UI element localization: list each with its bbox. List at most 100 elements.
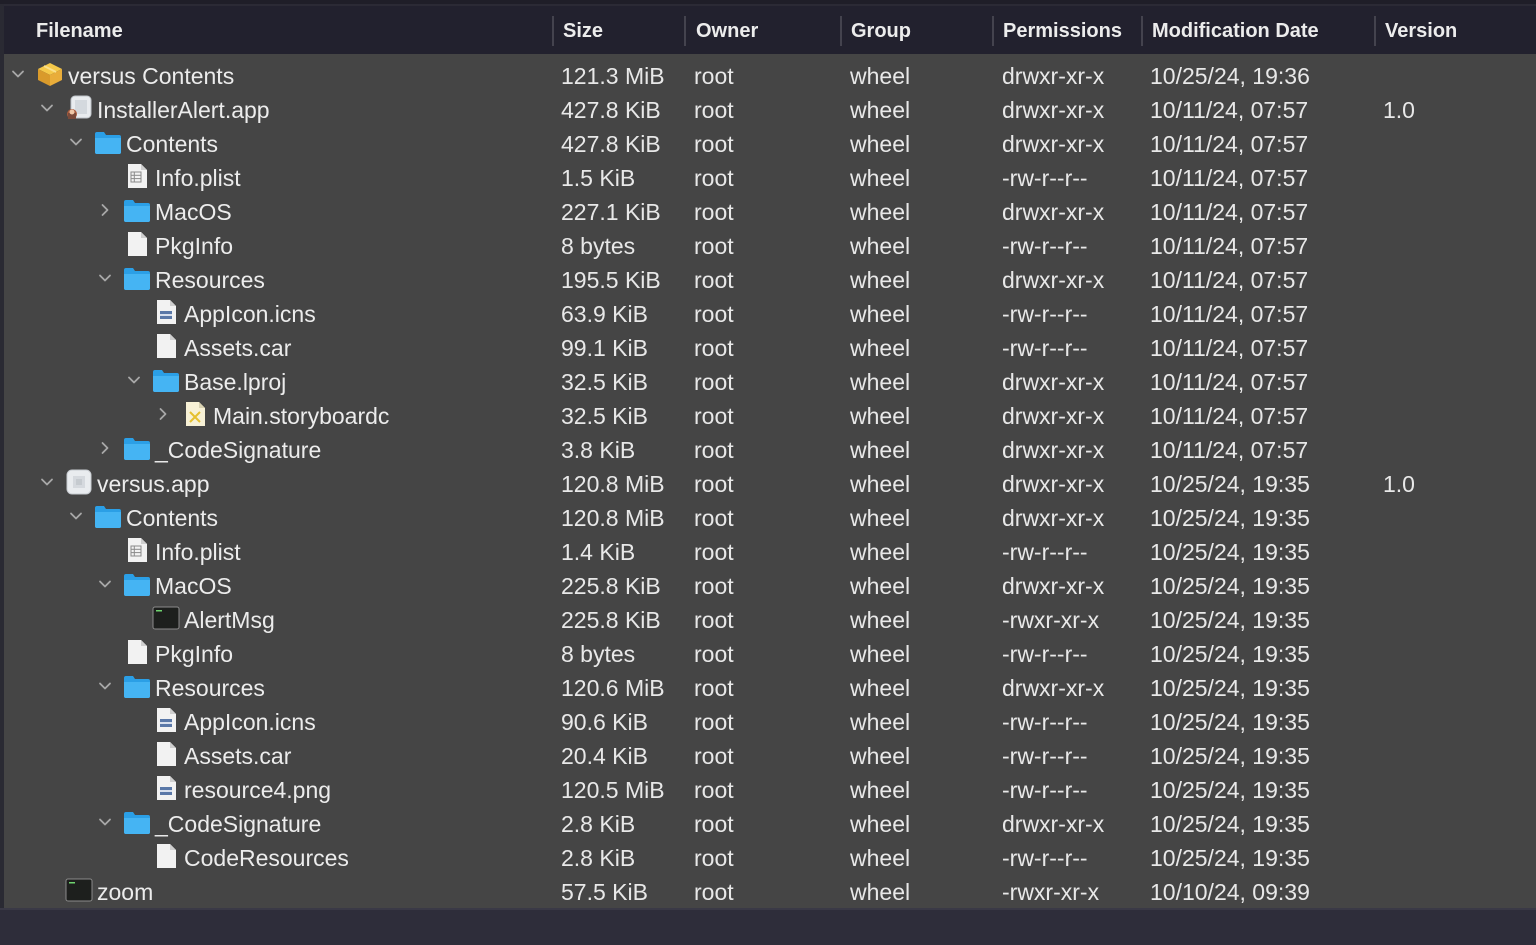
file-row[interactable]: versus Contents 121.3 MiB root wheel drwxr-x… bbox=[4, 57, 1536, 91]
chevron-down-icon[interactable] bbox=[66, 499, 86, 533]
file-permissions: drwxr-xr-x bbox=[1002, 573, 1105, 599]
file-row[interactable]: Assets.car 99.1 KiB root wheel -rw-r--r-- 10/… bbox=[4, 329, 1536, 363]
filename: Info.plist bbox=[155, 539, 241, 565]
file-group: wheel bbox=[850, 505, 911, 531]
file-row[interactable]: _CodeSignature 2.8 KiB root wheel drwxr-xr-x… bbox=[4, 805, 1536, 839]
file-size: 32.5 KiB bbox=[561, 403, 648, 429]
file-size: 2.8 KiB bbox=[561, 845, 636, 871]
filename: Contents bbox=[126, 131, 219, 157]
file-row[interactable]: versus.app 120.8 MiB root wheel drwxr-xr-x 10… bbox=[4, 465, 1536, 499]
file-size: 99.1 KiB bbox=[561, 335, 648, 361]
file-size: 2.8 KiB bbox=[561, 811, 636, 837]
file-permissions: -rw-r--r-- bbox=[1002, 335, 1088, 361]
file-row[interactable]: Info.plist 1.4 KiB root wheel -rw-r--r-- 10/2… bbox=[4, 533, 1536, 567]
file-size: 120.6 MiB bbox=[561, 675, 665, 701]
file-row[interactable]: PkgInfo 8 bytes root wheel -rw-r--r-- 10/25/2… bbox=[4, 635, 1536, 669]
file-size: 90.6 KiB bbox=[561, 709, 648, 735]
modification-date: 10/11/24, 07:57 bbox=[1150, 199, 1309, 225]
column-header-size[interactable]: Size bbox=[553, 6, 683, 54]
filename: PkgInfo bbox=[155, 641, 233, 667]
chevron-down-icon[interactable] bbox=[37, 465, 57, 499]
file-row[interactable]: MacOS 227.1 KiB root wheel drwxr-xr-x 10/11/2… bbox=[4, 193, 1536, 227]
file-row[interactable]: PkgInfo 8 bytes root wheel -rw-r--r-- 10/11/2… bbox=[4, 227, 1536, 261]
modification-date: 10/25/24, 19:35 bbox=[1150, 743, 1310, 769]
status-bar bbox=[0, 908, 1536, 945]
modification-date: 10/11/24, 07:57 bbox=[1150, 437, 1309, 463]
file-owner: root bbox=[694, 335, 734, 361]
file-group: wheel bbox=[850, 131, 911, 157]
file-owner: root bbox=[694, 233, 734, 259]
file-row[interactable]: Info.plist 1.5 KiB root wheel -rw-r--r-- 10/1… bbox=[4, 159, 1536, 193]
file-owner: root bbox=[694, 301, 734, 327]
file-permissions: drwxr-xr-x bbox=[1002, 811, 1105, 837]
column-header-filename[interactable]: Filename bbox=[26, 6, 554, 54]
file-size: 1.4 KiB bbox=[561, 539, 636, 565]
chevron-down-icon[interactable] bbox=[95, 261, 115, 295]
modification-date: 10/11/24, 07:57 bbox=[1150, 165, 1309, 191]
file-row[interactable]: Contents 120.8 MiB root wheel drwxr-xr-x 10/2… bbox=[4, 499, 1536, 533]
file-row[interactable]: Contents 427.8 KiB root wheel drwxr-xr-x 10/1… bbox=[4, 125, 1536, 159]
file-size: 427.8 KiB bbox=[561, 131, 661, 157]
file-row[interactable]: zoom 57.5 KiB root wheel -rwxr-xr-x 10/10/24,… bbox=[4, 873, 1536, 907]
chevron-down-icon[interactable] bbox=[124, 363, 144, 397]
file-owner: root bbox=[694, 505, 734, 531]
column-header-modification-date[interactable]: Modification Date bbox=[1142, 6, 1372, 54]
modification-date: 10/25/24, 19:35 bbox=[1150, 471, 1310, 497]
column-header-permissions[interactable]: Permissions bbox=[993, 6, 1141, 54]
column-header-group[interactable]: Group bbox=[841, 6, 991, 54]
file-row[interactable]: Main.storyboardc 32.5 KiB root wheel drwxr-x… bbox=[4, 397, 1536, 431]
file-group: wheel bbox=[850, 233, 911, 259]
filename: Base.lproj bbox=[184, 369, 287, 395]
column-header-owner[interactable]: Owner bbox=[686, 6, 838, 54]
file-group: wheel bbox=[850, 539, 911, 565]
file-row[interactable]: AppIcon.icns 90.6 KiB root wheel -rw-r--r-- 1… bbox=[4, 703, 1536, 737]
storyboard-file-icon bbox=[181, 401, 209, 427]
modification-date: 10/25/24, 19:35 bbox=[1150, 641, 1310, 667]
file-group: wheel bbox=[850, 165, 911, 191]
window-top-border bbox=[0, 0, 1536, 4]
folder-icon bbox=[123, 673, 151, 699]
file-permissions: drwxr-xr-x bbox=[1002, 267, 1105, 293]
chevron-down-icon[interactable] bbox=[37, 91, 57, 125]
file-group: wheel bbox=[850, 879, 911, 905]
file-row[interactable]: Assets.car 20.4 KiB root wheel -rw-r--r-- 10/… bbox=[4, 737, 1536, 771]
file-version: 1.0 bbox=[1383, 97, 1415, 123]
file-group: wheel bbox=[850, 335, 911, 361]
file-permissions: drwxr-xr-x bbox=[1002, 437, 1105, 463]
file-owner: root bbox=[694, 641, 734, 667]
file-group: wheel bbox=[850, 709, 911, 735]
chevron-down-icon[interactable] bbox=[8, 57, 28, 91]
file-row[interactable]: MacOS 225.8 KiB root wheel drwxr-xr-x 10/25/2… bbox=[4, 567, 1536, 601]
column-header-version[interactable]: Version bbox=[1375, 6, 1535, 54]
chevron-down-icon[interactable] bbox=[95, 567, 115, 601]
file-owner: root bbox=[694, 437, 734, 463]
file-row[interactable]: Resources 120.6 MiB root wheel drwxr-xr-x 10/… bbox=[4, 669, 1536, 703]
file-size: 8 bytes bbox=[561, 233, 636, 259]
file-row[interactable]: Base.lproj 32.5 KiB root wheel drwxr-xr-x 10/… bbox=[4, 363, 1536, 397]
document-icon bbox=[123, 639, 151, 665]
chevron-down-icon[interactable] bbox=[95, 805, 115, 839]
chevron-down-icon[interactable] bbox=[66, 125, 86, 159]
file-permissions: -rw-r--r-- bbox=[1002, 709, 1088, 735]
file-version: 1.0 bbox=[1383, 471, 1415, 497]
filename: _CodeSignature bbox=[155, 811, 322, 837]
file-row[interactable]: _CodeSignature 3.8 KiB root wheel drwxr-xr-x… bbox=[4, 431, 1536, 465]
file-row[interactable]: AlertMsg 225.8 KiB root wheel -rwxr-xr-x 10/2… bbox=[4, 601, 1536, 635]
file-row[interactable]: InstallerAlert.app 427.8 KiB root wheel drwx… bbox=[4, 91, 1536, 125]
app-icon bbox=[65, 95, 93, 121]
file-group: wheel bbox=[850, 63, 911, 89]
file-row[interactable]: CodeResources 2.8 KiB root wheel -rw-r--r-- 1… bbox=[4, 839, 1536, 873]
file-row[interactable]: resource4.png 120.5 MiB root wheel -rw-r--r-… bbox=[4, 771, 1536, 805]
chevron-right-icon[interactable] bbox=[153, 397, 173, 431]
modification-date: 10/11/24, 07:57 bbox=[1150, 335, 1309, 361]
chevron-right-icon[interactable] bbox=[95, 193, 115, 227]
file-permissions: -rw-r--r-- bbox=[1002, 777, 1088, 803]
modification-date: 10/25/24, 19:35 bbox=[1150, 811, 1310, 837]
chevron-down-icon[interactable] bbox=[95, 669, 115, 703]
chevron-right-icon[interactable] bbox=[95, 431, 115, 465]
file-permissions: -rw-r--r-- bbox=[1002, 233, 1088, 259]
file-row[interactable]: Resources 195.5 KiB root wheel drwxr-xr-x 10/… bbox=[4, 261, 1536, 295]
file-group: wheel bbox=[850, 641, 911, 667]
file-row[interactable]: AppIcon.icns 63.9 KiB root wheel -rw-r--r-- 1… bbox=[4, 295, 1536, 329]
file-permissions: drwxr-xr-x bbox=[1002, 63, 1105, 89]
